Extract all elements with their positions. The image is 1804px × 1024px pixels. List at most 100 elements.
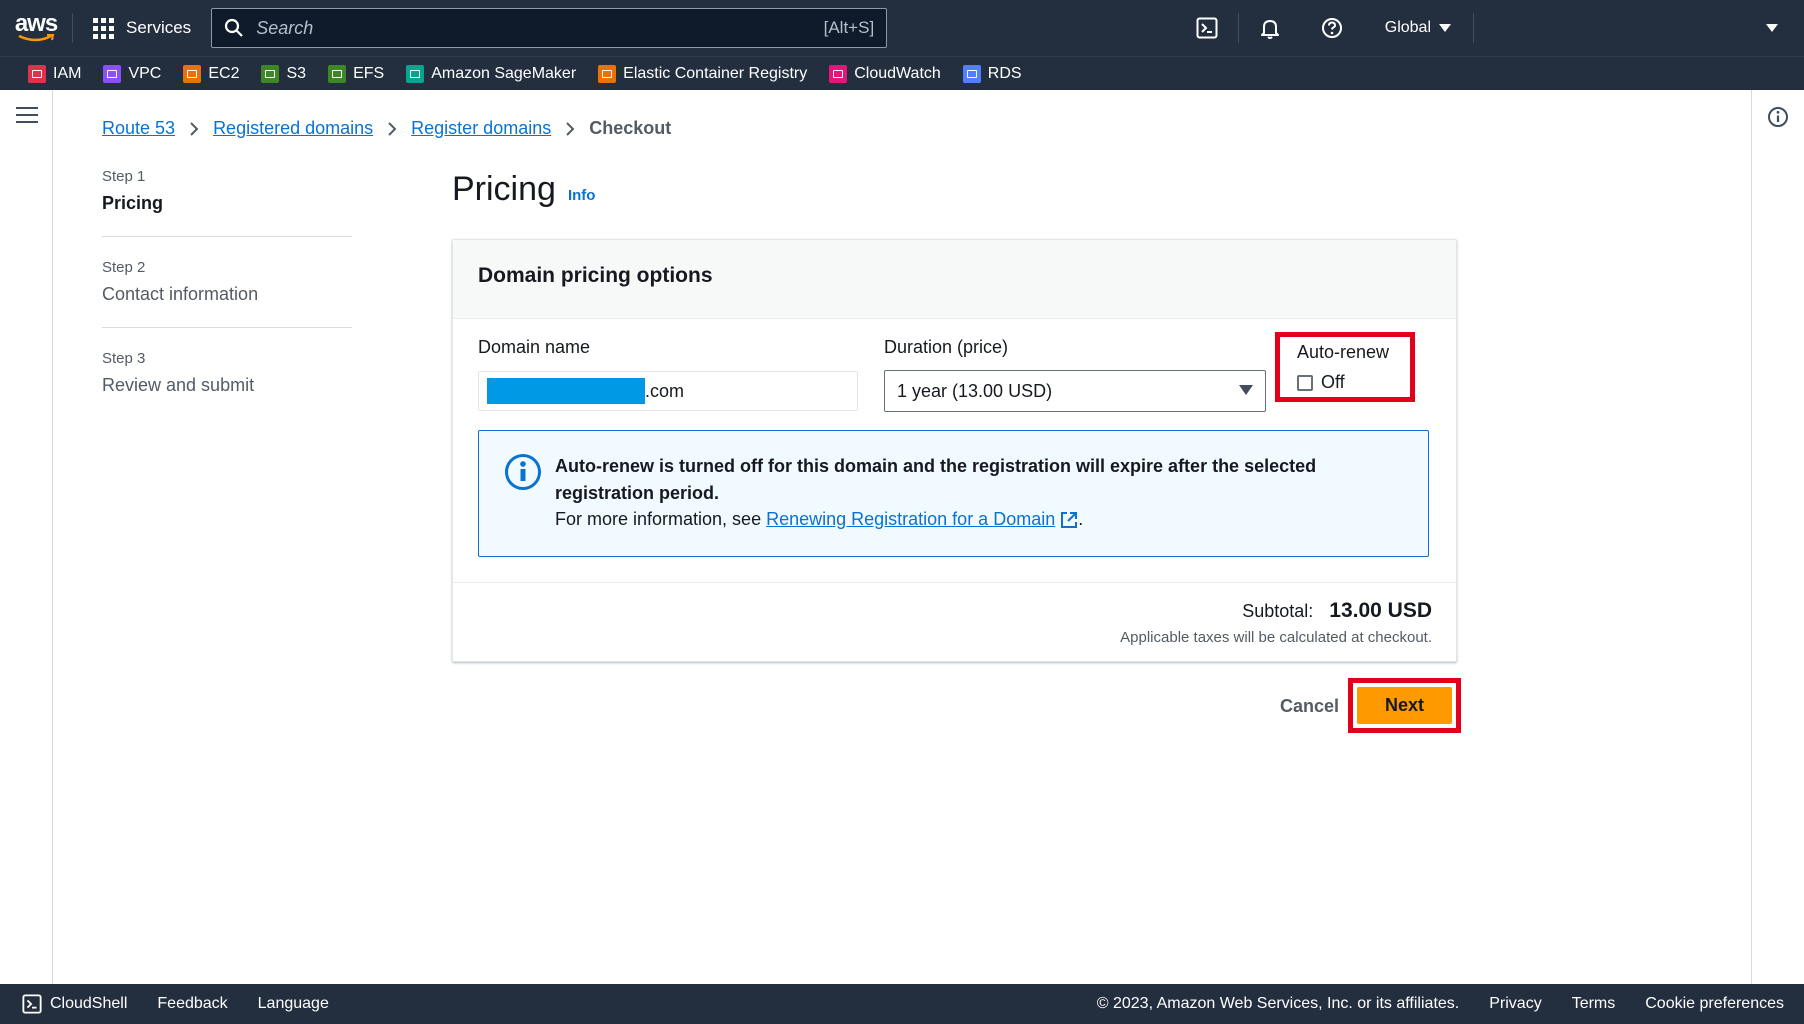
favorite-ecr[interactable]: Elastic Container Registry — [598, 64, 807, 83]
cancel-button[interactable]: Cancel — [1268, 690, 1351, 723]
breadcrumb-registered-domains[interactable]: Registered domains — [213, 118, 373, 139]
chevron-right-icon — [566, 121, 575, 136]
step-divider — [102, 236, 352, 237]
next-button[interactable]: Next — [1357, 687, 1452, 724]
favorite-ec2[interactable]: EC2 — [183, 64, 240, 83]
alert-more-info-text: For more information, see — [555, 509, 762, 529]
auto-renew-highlight: Auto-renew Off — [1275, 332, 1415, 402]
domain-suffix: .com — [645, 380, 685, 401]
notifications-button[interactable] — [1239, 0, 1301, 56]
alert-more-info: For more information, see Renewing Regis… — [555, 509, 1083, 530]
help-button[interactable] — [1301, 0, 1363, 56]
step-contact-information: Step 2 Contact information — [102, 259, 352, 305]
breadcrumb-route53[interactable]: Route 53 — [102, 118, 175, 139]
cookie-preferences-link[interactable]: Cookie preferences — [1645, 995, 1784, 1013]
services-label: Services — [126, 18, 192, 37]
services-menu-button[interactable]: Services — [73, 0, 211, 56]
auto-renew-label: Auto-renew — [1297, 342, 1390, 362]
favorite-label: CloudWatch — [854, 64, 941, 82]
aws-logo[interactable]: aws — [0, 0, 72, 56]
help-icon — [1321, 18, 1342, 38]
step-pricing[interactable]: Step 1 Pricing — [102, 168, 352, 214]
aws-logo-text: aws — [14, 10, 58, 37]
renewing-registration-link[interactable]: Renewing Registration for a Domain — [766, 509, 1078, 530]
alert-message: Auto-renew is turned off for this domain… — [555, 456, 1317, 503]
top-navigation: aws Services Search [Alt+S] Global — [0, 0, 1804, 56]
wizard-steps: Step 1 Pricing Step 2 Contact informatio… — [102, 168, 352, 396]
search-shortcut: [Alt+S] — [823, 18, 875, 37]
caret-down-icon — [1239, 385, 1253, 395]
search-input[interactable]: Search [Alt+S] — [211, 8, 888, 48]
duration-label: Duration (price) — [884, 337, 1009, 357]
rds-service-icon — [962, 64, 981, 83]
caret-down-icon — [1439, 24, 1451, 32]
favorite-iam[interactable]: IAM — [28, 64, 82, 83]
chevron-right-icon — [190, 121, 199, 136]
language-link[interactable]: Language — [258, 995, 329, 1013]
s3-service-icon — [261, 64, 280, 83]
info-panel-icon[interactable] — [1767, 106, 1789, 128]
favorite-efs[interactable]: EFS — [328, 64, 385, 83]
breadcrumb-register-domains[interactable]: Register domains — [411, 118, 551, 139]
favorite-vpc[interactable]: VPC — [103, 64, 162, 83]
copyright-text: © 2023, Amazon Web Services, Inc. or its… — [1096, 995, 1460, 1012]
domain-name-value: .com — [478, 371, 858, 411]
ec2-service-icon — [183, 64, 202, 83]
redacted-domain — [487, 378, 645, 404]
region-selector[interactable]: Global — [1363, 0, 1473, 56]
favorite-label: VPC — [128, 64, 162, 82]
step-review-and-submit: Step 3 Review and submit — [102, 350, 352, 396]
favorites-bar: IAM VPC EC2 S3 EFS Amazon SageMaker Elas… — [0, 56, 1804, 90]
domain-pricing-card: Domain pricing options Domain name .com … — [452, 239, 1457, 662]
subtotal-label: Subtotal: — [1242, 601, 1314, 621]
cloudshell-icon — [22, 994, 42, 1014]
terms-link[interactable]: Terms — [1572, 995, 1616, 1013]
favorite-rds[interactable]: RDS — [962, 64, 1022, 83]
cloudshell-footer-button[interactable]: CloudShell — [22, 994, 127, 1014]
ecr-service-icon — [598, 64, 617, 83]
subtotal-value: 13.00 USD — [1329, 599, 1432, 622]
auto-renew-toggle[interactable]: Off — [1297, 372, 1410, 393]
step-label: Contact information — [102, 284, 259, 304]
right-tools-rail — [1751, 90, 1804, 984]
favorite-label: EC2 — [208, 64, 240, 82]
breadcrumb-current: Checkout — [589, 118, 672, 138]
favorite-label: Amazon SageMaker — [431, 64, 577, 82]
subtotal: Subtotal: 13.00 USD — [1242, 599, 1432, 623]
account-menu[interactable] — [1474, 0, 1804, 56]
efs-service-icon — [328, 64, 347, 83]
menu-hamburger-icon[interactable] — [16, 107, 38, 128]
search-icon — [225, 18, 243, 37]
favorite-label: EFS — [353, 64, 385, 82]
auto-renew-info-alert: Auto-renew is turned off for this domain… — [478, 430, 1429, 557]
info-link[interactable]: Info — [568, 187, 596, 204]
left-navigation-rail — [0, 90, 53, 984]
region-label: Global — [1384, 19, 1431, 36]
cloudshell-button[interactable] — [1176, 0, 1238, 56]
privacy-link[interactable]: Privacy — [1489, 995, 1541, 1013]
chevron-right-icon — [388, 121, 397, 136]
sagemaker-service-icon — [406, 64, 425, 83]
favorite-s3[interactable]: S3 — [261, 64, 306, 83]
favorite-label: IAM — [53, 64, 82, 82]
duration-select[interactable]: 1 year (13.00 USD) — [884, 370, 1266, 412]
feedback-link[interactable]: Feedback — [157, 995, 227, 1013]
info-icon — [505, 454, 541, 490]
vpc-service-icon — [103, 64, 122, 83]
step-number: Step 1 — [102, 168, 146, 185]
auto-renew-checkbox[interactable] — [1297, 374, 1313, 391]
step-label: Pricing — [102, 193, 164, 213]
duration-selected-value: 1 year (13.00 USD) — [897, 380, 1053, 401]
next-button-highlight: Next — [1348, 678, 1461, 733]
aws-smile-icon — [18, 34, 55, 42]
cloudshell-icon — [1196, 17, 1218, 39]
services-grid-icon — [93, 17, 114, 39]
caret-down-icon — [1766, 24, 1778, 32]
favorite-sagemaker[interactable]: Amazon SageMaker — [406, 64, 577, 83]
cloudshell-label: CloudShell — [50, 995, 128, 1012]
cloudwatch-service-icon — [829, 64, 848, 83]
alert-end-punct: . — [1078, 509, 1084, 529]
favorite-cloudwatch[interactable]: CloudWatch — [829, 64, 941, 83]
breadcrumb: Route 53 Registered domains Register dom… — [102, 118, 671, 139]
step-number: Step 3 — [102, 350, 146, 367]
